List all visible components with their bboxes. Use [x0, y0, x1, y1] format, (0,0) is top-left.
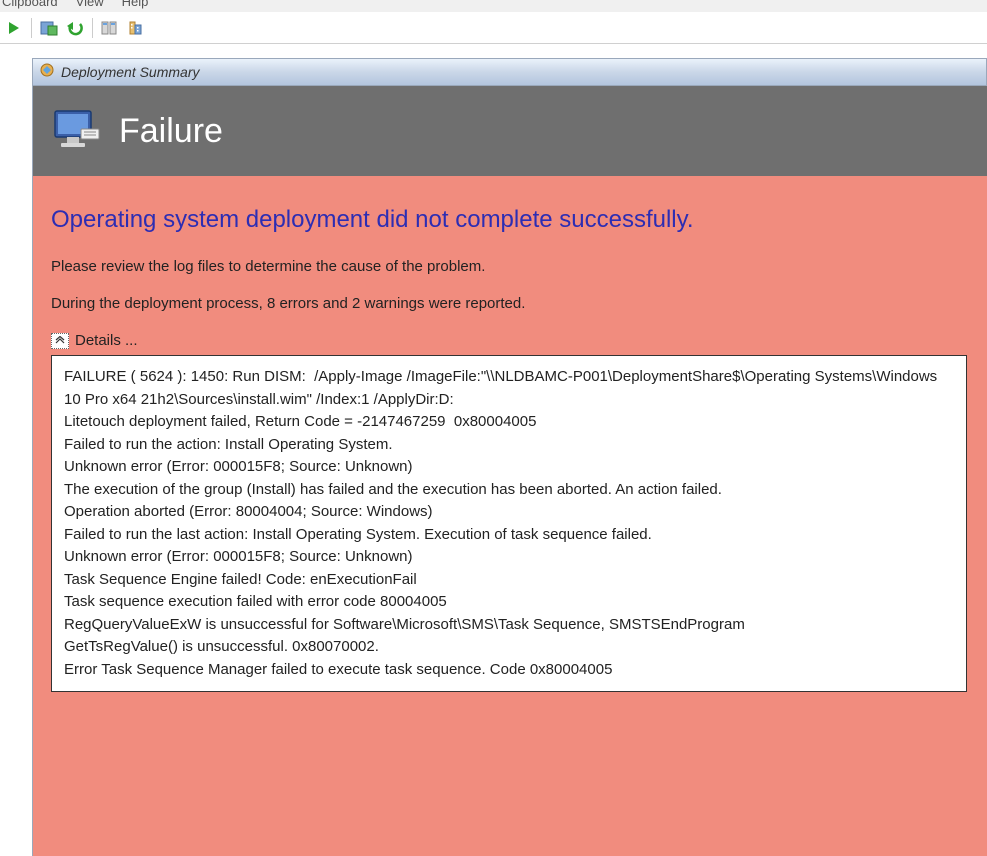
menu-view[interactable]: View [76, 0, 104, 9]
summary-text: During the deployment process, 8 errors … [51, 295, 969, 312]
toolbar [0, 12, 987, 44]
details-line: Unknown error (Error: 000015F8; Source: … [64, 456, 954, 479]
details-label: Details ... [75, 332, 138, 349]
play-icon[interactable] [2, 16, 26, 40]
building-icon[interactable] [124, 16, 148, 40]
details-line: Litetouch deployment failed, Return Code… [64, 411, 954, 434]
review-text: Please review the log files to determine… [51, 258, 969, 275]
menu-clipboard[interactable]: Clipboard [2, 0, 58, 9]
servers-icon[interactable] [98, 16, 122, 40]
details-line: Failed to run the action: Install Operat… [64, 434, 954, 457]
chevron-up-icon [51, 333, 69, 349]
menubar: Clipboard View Help [0, 0, 987, 12]
window-area: Deployment Summary Failure Operating sys… [0, 44, 987, 856]
details-line: Failed to run the last action: Install O… [64, 524, 954, 547]
details-line: Operation aborted (Error: 80004004; Sour… [64, 501, 954, 524]
content-panel: Operating system deployment did not comp… [32, 176, 987, 856]
window-title: Deployment Summary [61, 64, 200, 80]
details-line: Error Task Sequence Manager failed to ex… [64, 659, 954, 682]
details-line: Unknown error (Error: 000015F8; Source: … [64, 546, 954, 569]
error-headline: Operating system deployment did not comp… [51, 206, 969, 234]
box-green-icon[interactable] [37, 16, 61, 40]
toolbar-separator [31, 18, 32, 38]
details-toggle[interactable]: Details ... [51, 332, 969, 349]
details-line: The execution of the group (Install) has… [64, 479, 954, 502]
monitor-icon [51, 107, 101, 156]
details-line: Task sequence execution failed with erro… [64, 591, 954, 614]
undo-icon[interactable] [63, 16, 87, 40]
header-title: Failure [119, 112, 223, 151]
header-bar: Failure [32, 86, 987, 176]
menu-help[interactable]: Help [122, 0, 149, 9]
details-line: Task Sequence Engine failed! Code: enExe… [64, 569, 954, 592]
details-line: FAILURE ( 5624 ): 1450: Run DISM: /Apply… [64, 366, 954, 411]
toolbar-separator [92, 18, 93, 38]
details-line: RegQueryValueExW is unsuccessful for Sof… [64, 614, 954, 637]
titlebar: Deployment Summary [32, 58, 987, 86]
details-line: GetTsRegValue() is unsuccessful. 0x80070… [64, 636, 954, 659]
app-icon [39, 62, 55, 83]
details-box: FAILURE ( 5624 ): 1450: Run DISM: /Apply… [51, 355, 967, 692]
